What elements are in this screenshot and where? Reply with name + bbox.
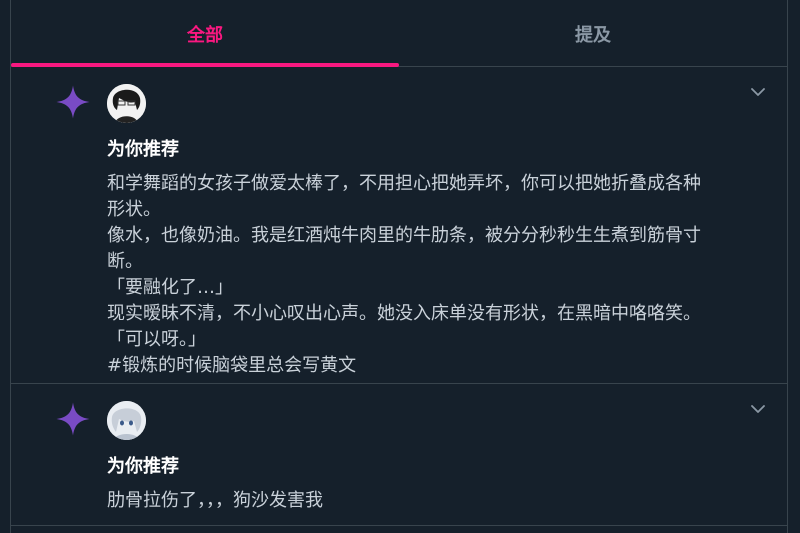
post-text-line: 形状。 bbox=[107, 199, 161, 220]
chevron-down-icon[interactable] bbox=[749, 400, 767, 418]
tab-bar: 全部 提及 bbox=[11, 0, 787, 67]
avatar-image bbox=[107, 401, 146, 440]
avatar[interactable] bbox=[107, 84, 146, 123]
notification-card[interactable]: 为你推荐 和学舞蹈的女孩子做爱太棒了，不用担心把她弄坏，你可以把她折叠成各种 形… bbox=[11, 67, 787, 384]
recommendation-label: 为你推荐 bbox=[107, 456, 179, 477]
post-text-line: 和学舞蹈的女孩子做爱太棒了，不用担心把她弄坏，你可以把她折叠成各种 bbox=[107, 173, 701, 194]
notifications-panel: 全部 提及 为你推荐 和学舞蹈的女孩子做爱太棒了，不用担心把她弄坏，你可以把她折… bbox=[10, 0, 788, 533]
post-text-line: 现实暧昧不清，不小心叹出心声。她没入床单没有形状，在黑暗中咯咯笑。 bbox=[107, 303, 701, 324]
sparkle-icon bbox=[56, 85, 90, 119]
notification-card[interactable]: 为你推荐 肋骨拉伤了，，，狗沙发害我 bbox=[11, 384, 787, 526]
post-text-line: 「可以呀。」 bbox=[107, 329, 206, 350]
post-text-line: 断。 bbox=[107, 251, 143, 272]
tab-all[interactable]: 全部 bbox=[11, 0, 399, 67]
hashtag-link[interactable]: #锻炼的时候脑袋里总会写黄文 bbox=[107, 353, 767, 379]
recommendation-label: 为你推荐 bbox=[107, 139, 179, 160]
tab-mentions-label: 提及 bbox=[575, 25, 611, 46]
chevron-down-icon[interactable] bbox=[749, 83, 767, 101]
avatar-image bbox=[107, 84, 146, 123]
avatar[interactable] bbox=[107, 401, 146, 440]
sparkle-icon bbox=[56, 402, 90, 436]
post-text: 肋骨拉伤了，，，狗沙发害我 bbox=[107, 488, 767, 514]
post-text-line: 「要融化了…」 bbox=[107, 277, 233, 298]
post-text-line: 肋骨拉伤了，，，狗沙发害我 bbox=[107, 490, 323, 511]
post-text: 和学舞蹈的女孩子做爱太棒了，不用担心把她弄坏，你可以把她折叠成各种 形状。 像水… bbox=[107, 171, 767, 379]
post-text-line: 像水，也像奶油。我是红酒炖牛肉里的牛肋条，被分分秒秒生生煮到筋骨寸 bbox=[107, 225, 701, 246]
tab-mentions[interactable]: 提及 bbox=[399, 0, 787, 66]
tab-all-label: 全部 bbox=[187, 25, 223, 46]
